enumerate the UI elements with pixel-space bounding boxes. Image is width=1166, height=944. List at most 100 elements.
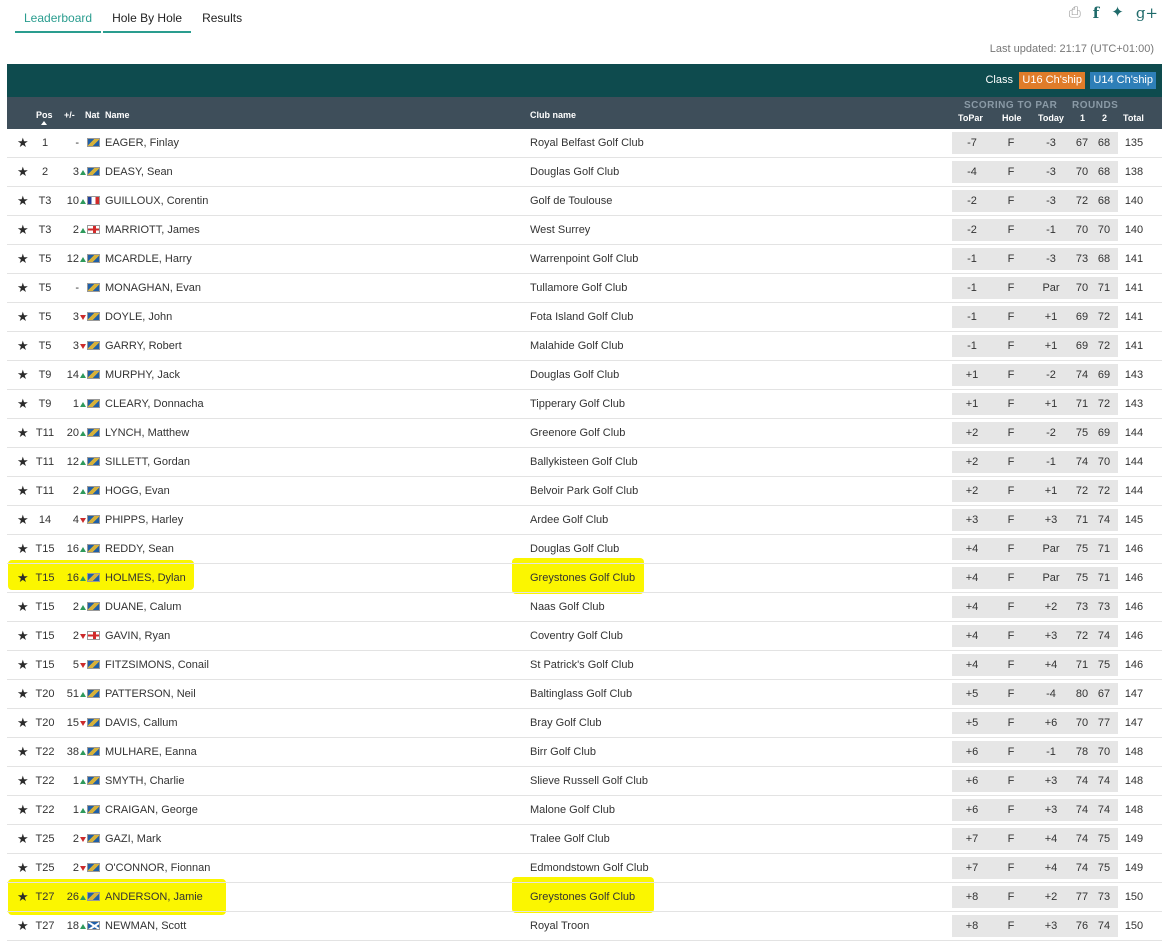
player-name[interactable]: ANDERSON, Jamie [105, 891, 203, 903]
table-row[interactable]: ★ T15 2 DUANE, Calum Naas Golf Club +4 F +2 73 73… [7, 593, 1162, 622]
table-row[interactable]: ★ T11 2 HOGG, Evan Belvoir Park Golf Club +2 F… [7, 477, 1162, 506]
table-row[interactable]: ★ T9 1 CLEARY, Donnacha Tipperary Golf Club +… [7, 390, 1162, 419]
tab-results[interactable]: Results [193, 0, 251, 33]
table-row[interactable]: ★ T27 26 ANDERSON, Jamie Greystones Golf Clu… [7, 883, 1162, 912]
player-name[interactable]: HOLMES, Dylan [105, 572, 186, 584]
table-row[interactable]: ★ T20 15 DAVIS, Callum Bray Golf Club +5 F +6 70… [7, 709, 1162, 738]
table-row[interactable]: ★ T15 5 FITZSIMONS, Conail St Patrick's Golf… [7, 651, 1162, 680]
player-name[interactable]: GARRY, Robert [105, 340, 182, 352]
print-icon[interactable]: ⎙ [1069, 5, 1081, 21]
tab-leaderboard[interactable]: Leaderboard [15, 0, 102, 33]
total-score: 140 [1124, 195, 1144, 207]
player-name[interactable]: GAZI, Mark [105, 833, 161, 845]
player-name[interactable]: GUILLOUX, Corentin [105, 195, 208, 207]
table-row[interactable]: ★ 2 3 DEASY, Sean Douglas Golf Club -4 F -3 70 68… [7, 158, 1162, 187]
player-name[interactable]: SILLETT, Gordan [105, 456, 190, 468]
favorite-star-icon[interactable]: ★ [17, 860, 29, 876]
favorite-star-icon[interactable]: ★ [17, 425, 29, 441]
player-name[interactable]: DAVIS, Callum [105, 717, 178, 729]
table-row[interactable]: ★ T3 10 GUILLOUX, Corentin Golf de Toulouse -… [7, 187, 1162, 216]
favorite-star-icon[interactable]: ★ [17, 367, 29, 383]
favorite-star-icon[interactable]: ★ [17, 541, 29, 557]
table-row[interactable]: ★ 14 4 PHIPPS, Harley Ardee Golf Club +3 F +3 71… [7, 506, 1162, 535]
sort-ascending-icon [41, 121, 47, 125]
favorite-star-icon[interactable]: ★ [17, 135, 29, 151]
player-name[interactable]: O'CONNOR, Fionnan [105, 862, 210, 874]
player-name[interactable]: MONAGHAN, Evan [105, 282, 201, 294]
club-name: Golf de Toulouse [530, 195, 613, 207]
today-score: -3 [1046, 137, 1056, 149]
player-name[interactable]: MULHARE, Eanna [105, 746, 197, 758]
favorite-star-icon[interactable]: ★ [17, 889, 29, 905]
table-row[interactable]: ★ T5 - MONAGHAN, Evan Tullamore Golf Club -1 F… [7, 274, 1162, 303]
facebook-icon[interactable]: f [1093, 5, 1099, 21]
player-name[interactable]: CLEARY, Donnacha [105, 398, 204, 410]
table-row[interactable]: ★ T15 2 GAVIN, Ryan Coventry Golf Club +4 F +3 7… [7, 622, 1162, 651]
player-name[interactable]: NEWMAN, Scott [105, 920, 186, 932]
table-row[interactable]: ★ T15 16 HOLMES, Dylan Greystones Golf Club +… [7, 564, 1162, 593]
player-name[interactable]: MCARDLE, Harry [105, 253, 192, 265]
player-name[interactable]: PHIPPS, Harley [105, 514, 183, 526]
favorite-star-icon[interactable]: ★ [17, 309, 29, 325]
table-row[interactable]: ★ T11 20 LYNCH, Matthew Greenore Golf Club +2… [7, 419, 1162, 448]
player-name[interactable]: DUANE, Calum [105, 601, 181, 613]
table-row[interactable]: ★ T22 38 MULHARE, Eanna Birr Golf Club +6 F -1 7… [7, 738, 1162, 767]
favorite-star-icon[interactable]: ★ [17, 454, 29, 470]
table-row[interactable]: ★ T22 1 SMYTH, Charlie Slieve Russell Golf C… [7, 767, 1162, 796]
player-name[interactable]: GAVIN, Ryan [105, 630, 170, 642]
table-row[interactable]: ★ T5 3 DOYLE, John Fota Island Golf Club -1 F +… [7, 303, 1162, 332]
favorite-star-icon[interactable]: ★ [17, 715, 29, 731]
table-row[interactable]: ★ T25 2 O'CONNOR, Fionnan Edmondstown Golf C… [7, 854, 1162, 883]
favorite-star-icon[interactable]: ★ [17, 802, 29, 818]
col-pos[interactable]: Pos [36, 110, 53, 120]
table-row[interactable]: ★ T3 2 MARRIOTT, James West Surrey -2 F -1 70 70 1… [7, 216, 1162, 245]
favorite-star-icon[interactable]: ★ [17, 396, 29, 412]
class-u14-button[interactable]: U14 Ch'ship [1090, 72, 1156, 89]
player-name[interactable]: CRAIGAN, George [105, 804, 198, 816]
favorite-star-icon[interactable]: ★ [17, 251, 29, 267]
table-row[interactable]: ★ T5 12 MCARDLE, Harry Warrenpoint Golf Club… [7, 245, 1162, 274]
table-row[interactable]: ★ T15 16 REDDY, Sean Douglas Golf Club +4 F Par… [7, 535, 1162, 564]
twitter-icon[interactable]: ✦ [1111, 5, 1124, 21]
table-row[interactable]: ★ T20 51 PATTERSON, Neil Baltinglass Golf Cl… [7, 680, 1162, 709]
tab-hole-by-hole[interactable]: Hole By Hole [103, 0, 192, 33]
favorite-star-icon[interactable]: ★ [17, 599, 29, 615]
favorite-star-icon[interactable]: ★ [17, 773, 29, 789]
player-name[interactable]: EAGER, Finlay [105, 137, 179, 149]
favorite-star-icon[interactable]: ★ [17, 570, 29, 586]
favorite-star-icon[interactable]: ★ [17, 222, 29, 238]
table-row[interactable]: ★ T5 3 GARRY, Robert Malahide Golf Club -1 F +1… [7, 332, 1162, 361]
player-name[interactable]: SMYTH, Charlie [105, 775, 184, 787]
class-u16-button[interactable]: U16 Ch'ship [1019, 72, 1085, 89]
player-name[interactable]: FITZSIMONS, Conail [105, 659, 209, 671]
google-plus-icon[interactable]: g+ [1136, 5, 1158, 21]
table-row[interactable]: ★ 1 - EAGER, Finlay Royal Belfast Golf Club -… [7, 129, 1162, 158]
favorite-star-icon[interactable]: ★ [17, 483, 29, 499]
favorite-star-icon[interactable]: ★ [17, 628, 29, 644]
table-row[interactable]: ★ T9 14 MURPHY, Jack Douglas Golf Club +1 F -2 7… [7, 361, 1162, 390]
table-row[interactable]: ★ T27 18 NEWMAN, Scott Royal Troon +8 F +3 76 74 1… [7, 912, 1162, 941]
favorite-star-icon[interactable]: ★ [17, 193, 29, 209]
table-row[interactable]: ★ T11 12 SILLETT, Gordan Ballykisteen Golf C… [7, 448, 1162, 477]
favorite-star-icon[interactable]: ★ [17, 657, 29, 673]
player-name[interactable]: DEASY, Sean [105, 166, 173, 178]
favorite-star-icon[interactable]: ★ [17, 512, 29, 528]
player-name[interactable]: HOGG, Evan [105, 485, 170, 497]
position-change: 16 [66, 543, 79, 555]
favorite-star-icon[interactable]: ★ [17, 338, 29, 354]
player-name[interactable]: DOYLE, John [105, 311, 172, 323]
player-name[interactable]: MURPHY, Jack [105, 369, 180, 381]
favorite-star-icon[interactable]: ★ [17, 164, 29, 180]
total-score: 141 [1124, 253, 1144, 265]
table-row[interactable]: ★ T25 2 GAZI, Mark Tralee Golf Club +7 F +4 74 75… [7, 825, 1162, 854]
table-row[interactable]: ★ T22 1 CRAIGAN, George Malone Golf Club +6 F +… [7, 796, 1162, 825]
favorite-star-icon[interactable]: ★ [17, 280, 29, 296]
player-name[interactable]: PATTERSON, Neil [105, 688, 196, 700]
player-name[interactable]: MARRIOTT, James [105, 224, 200, 236]
favorite-star-icon[interactable]: ★ [17, 744, 29, 760]
favorite-star-icon[interactable]: ★ [17, 831, 29, 847]
player-name[interactable]: LYNCH, Matthew [105, 427, 189, 439]
player-name[interactable]: REDDY, Sean [105, 543, 174, 555]
favorite-star-icon[interactable]: ★ [17, 918, 29, 934]
favorite-star-icon[interactable]: ★ [17, 686, 29, 702]
